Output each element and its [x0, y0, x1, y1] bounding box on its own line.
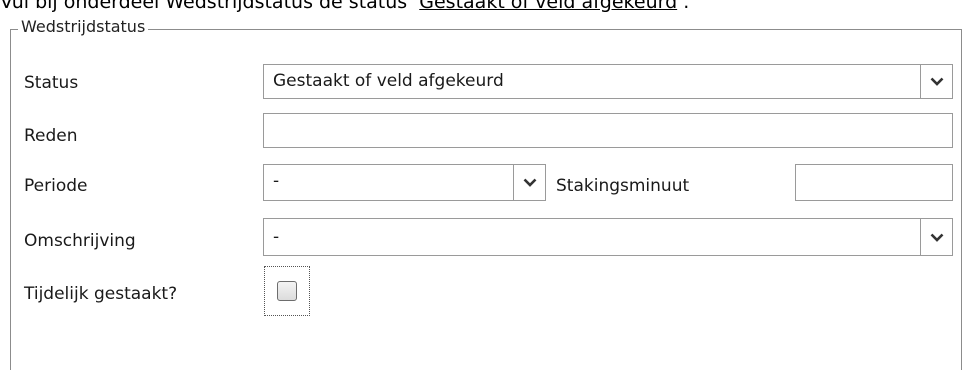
omschrijving-label: Omschrijving	[24, 231, 136, 251]
reden-input[interactable]	[263, 113, 953, 148]
periode-label: Periode	[24, 176, 88, 196]
tijdelijk-gestaakt-checkbox[interactable]	[277, 281, 297, 301]
periode-select[interactable]: -	[263, 164, 546, 201]
chevron-down-icon	[930, 233, 943, 242]
periode-dropdown-button[interactable]	[513, 165, 545, 200]
periode-select-value: -	[273, 171, 280, 191]
chevron-down-icon	[523, 178, 536, 187]
status-select-value: Gestaakt of veld afgekeurd	[273, 71, 504, 91]
status-dropdown-button[interactable]	[920, 65, 952, 98]
caption-prefix: Vul bij onderdeel Wedstrijdstatus de sta…	[0, 0, 420, 13]
omschrijving-select[interactable]: -	[263, 218, 953, 256]
omschrijving-select-value: -	[273, 227, 280, 247]
status-select[interactable]: Gestaakt of veld afgekeurd	[263, 64, 953, 99]
tijdelijk-gestaakt-label: Tijdelijk gestaakt?	[24, 284, 178, 304]
stakingsminuut-input[interactable]	[795, 164, 953, 201]
omschrijving-dropdown-button[interactable]	[920, 219, 952, 255]
group-legend: Wedstrijdstatus	[18, 17, 149, 37]
caption-suffix: ’.	[677, 0, 690, 13]
caption-link: Gestaakt of veld afgekeurd	[419, 0, 678, 13]
tijdelijk-gestaakt-focus[interactable]	[264, 266, 310, 316]
stakingsminuut-label: Stakingsminuut	[556, 176, 690, 196]
reden-label: Reden	[24, 126, 78, 146]
status-label: Status	[24, 73, 79, 93]
instruction-caption: Vul bij onderdeel Wedstrijdstatus de sta…	[0, 0, 689, 13]
chevron-down-icon	[930, 77, 943, 86]
